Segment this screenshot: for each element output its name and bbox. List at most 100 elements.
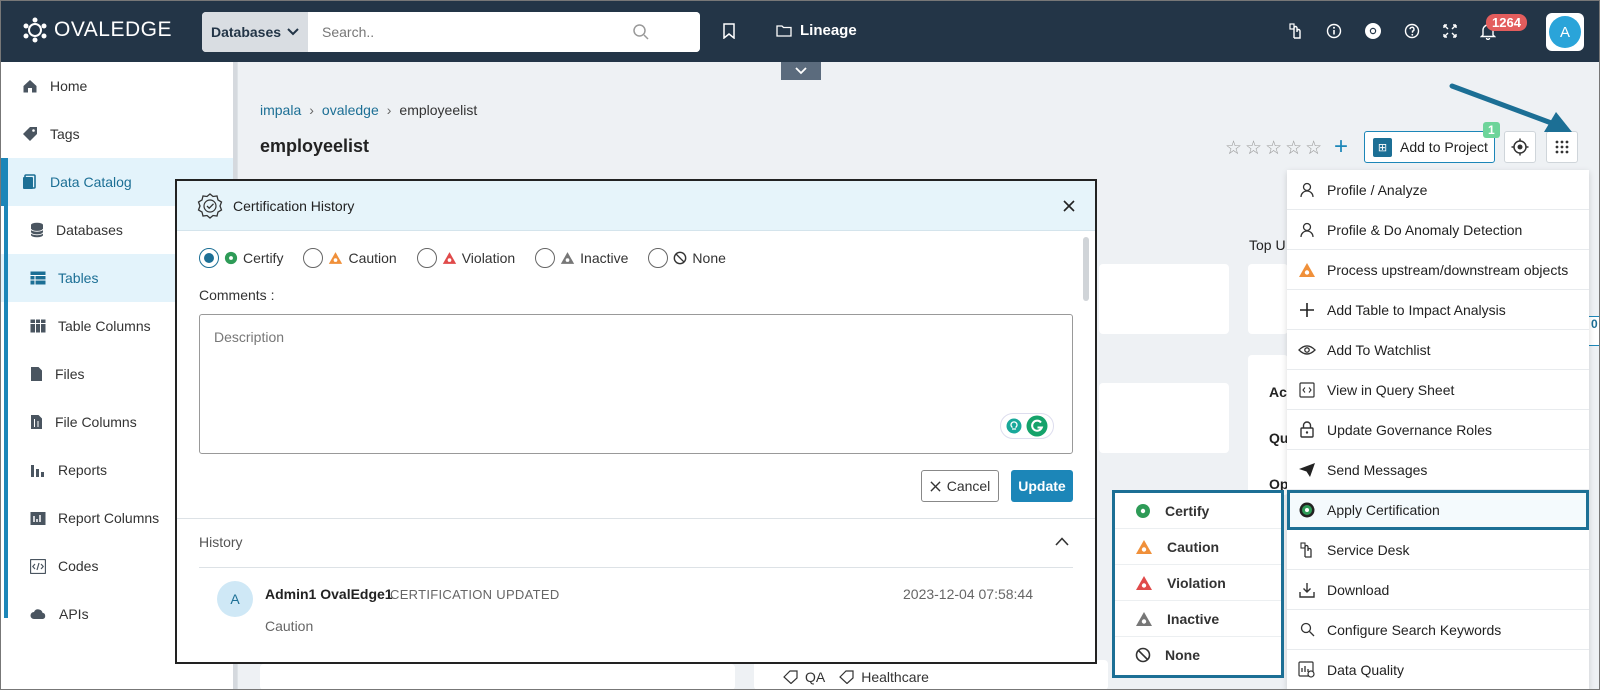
certify-icon — [1297, 500, 1317, 520]
modal-scrollbar[interactable] — [1083, 237, 1089, 301]
sidebar-item-home[interactable]: Home — [0, 62, 237, 110]
user-avatar[interactable]: A — [1546, 13, 1584, 51]
search-icon — [1297, 620, 1317, 640]
table-columns-icon — [30, 319, 46, 333]
radio-control[interactable] — [648, 248, 669, 268]
none-icon — [674, 251, 687, 265]
history-value: Caution — [265, 618, 314, 634]
menu-item-send-messages[interactable]: Send Messages — [1287, 450, 1589, 490]
tag-label: Healthcare — [861, 669, 929, 685]
bookmark-icon[interactable] — [719, 21, 739, 41]
file-icon — [31, 367, 42, 381]
violation-icon — [1136, 575, 1152, 590]
cancel-label: Cancel — [946, 478, 991, 494]
submenu-item-caution[interactable]: Caution — [1115, 529, 1281, 565]
radio-control[interactable] — [416, 248, 437, 268]
grammarly-icon — [1026, 415, 1048, 437]
menu-item-impact-analysis[interactable]: Add Table to Impact Analysis — [1287, 290, 1589, 330]
certification-history-modal: Certification History Certify Caution Vi… — [175, 179, 1097, 664]
submenu-item-label: None — [1165, 647, 1200, 663]
project-icon: ⊞ — [1373, 137, 1392, 157]
menu-item-service-desk[interactable]: Service Desk — [1287, 530, 1589, 570]
user-initial: A — [1549, 16, 1581, 48]
summary-panel-2 — [1099, 383, 1229, 453]
grammarly-widget[interactable] — [1000, 413, 1054, 439]
chevron-down-icon — [287, 28, 299, 36]
radio-control[interactable] — [535, 248, 556, 268]
tag-chip[interactable]: QA — [783, 669, 825, 685]
menu-item-label: Update Governance Roles — [1327, 421, 1492, 438]
menu-item-label: View in Query Sheet — [1327, 381, 1455, 398]
update-button[interactable]: Update — [1011, 470, 1073, 502]
details-panel — [1248, 355, 1288, 495]
breadcrumb-separator: › — [386, 102, 392, 118]
lock-icon — [1297, 420, 1317, 440]
submenu-item-violation[interactable]: Violation — [1115, 565, 1281, 601]
rating-stars[interactable]: ☆☆☆☆☆ — [1225, 137, 1325, 160]
history-action: CERTIFICATION UPDATED — [390, 587, 560, 602]
menu-item-profile-analyze[interactable]: Profile / Analyze — [1287, 170, 1589, 210]
tag-chip[interactable]: Healthcare — [839, 669, 929, 685]
radio-control[interactable] — [303, 248, 324, 268]
hand-touch-icon — [1297, 540, 1317, 560]
search-type-label: Databases — [210, 24, 282, 40]
sidebar-item-tags[interactable]: Tags — [0, 110, 237, 158]
chrome-icon[interactable] — [1363, 21, 1383, 41]
submenu-item-inactive[interactable]: Inactive — [1115, 601, 1281, 637]
radio-label: Certify — [243, 250, 284, 266]
tag-icon — [839, 670, 854, 684]
submenu-item-certify[interactable]: Certify — [1115, 493, 1281, 529]
sidebar-item-label: APIs — [59, 606, 89, 622]
database-icon — [30, 222, 44, 238]
search-icon[interactable] — [632, 23, 650, 41]
eye-icon — [1297, 340, 1317, 360]
warning-triangle-icon — [1297, 260, 1317, 280]
side-count-badge[interactable]: 0 — [1588, 316, 1600, 346]
add-icon[interactable]: + — [1334, 133, 1348, 161]
page-title: employeelist — [260, 136, 370, 156]
radio-label: Violation — [461, 250, 516, 266]
search-type-dropdown[interactable]: Databases — [202, 12, 308, 52]
tag-list: QA Healthcare — [783, 669, 929, 685]
menu-item-watchlist[interactable]: Add To Watchlist — [1287, 330, 1589, 370]
breadcrumb-link[interactable]: ovaledge — [322, 102, 379, 118]
submenu-item-none[interactable]: None — [1115, 637, 1281, 673]
menu-item-governance-roles[interactable]: Update Governance Roles — [1287, 410, 1589, 450]
fullscreen-icon[interactable] — [1440, 21, 1460, 41]
radio-certify[interactable]: Certify — [199, 248, 283, 268]
none-icon — [1135, 647, 1151, 663]
info-icon[interactable] — [1324, 21, 1344, 41]
menu-item-query-sheet[interactable]: View in Query Sheet — [1287, 370, 1589, 410]
radio-violation[interactable]: Violation — [416, 248, 516, 268]
modal-close-button[interactable] — [1059, 196, 1079, 216]
ovaledge-logo[interactable]: OVALEDGE — [22, 17, 172, 43]
cloud-icon — [30, 609, 46, 619]
sidebar-item-label: Databases — [56, 222, 123, 238]
lineage-link[interactable]: Lineage — [776, 22, 857, 39]
catalog-icon — [23, 174, 36, 189]
sidebar-item-label: Reports — [58, 462, 108, 478]
radio-none[interactable]: None — [648, 248, 726, 268]
violation-icon — [442, 252, 456, 264]
history-date: 2023-12-04 07:58:44 — [903, 586, 1033, 602]
menu-item-search-keywords[interactable]: Configure Search Keywords — [1287, 610, 1589, 650]
breadcrumb-link[interactable]: impala — [260, 102, 301, 118]
details-label-qu: Qu — [1269, 430, 1289, 446]
description-input[interactable] — [200, 315, 1072, 453]
menu-item-apply-certification[interactable]: Apply Certification — [1287, 490, 1589, 530]
sidebar-item-label: Tags — [50, 126, 80, 142]
radio-control[interactable] — [199, 248, 219, 268]
menu-item-download[interactable]: Download — [1287, 570, 1589, 610]
cancel-button[interactable]: Cancel — [921, 470, 999, 502]
chevron-up-icon[interactable] — [1055, 533, 1069, 549]
global-search: Databases — [202, 12, 700, 52]
header-collapse-toggle[interactable] — [781, 62, 821, 80]
hand-touch-icon[interactable] — [1286, 21, 1306, 41]
radio-caution[interactable]: Caution — [303, 248, 397, 268]
menu-item-data-quality[interactable]: Data Quality — [1287, 650, 1589, 690]
help-icon[interactable] — [1402, 21, 1422, 41]
radio-inactive[interactable]: Inactive — [535, 248, 628, 268]
menu-item-process-upstream[interactable]: Process upstream/downstream objects — [1287, 250, 1589, 290]
menu-item-profile-anomaly[interactable]: Profile & Do Anomaly Detection — [1287, 210, 1589, 250]
lightbulb-icon — [1006, 418, 1022, 434]
